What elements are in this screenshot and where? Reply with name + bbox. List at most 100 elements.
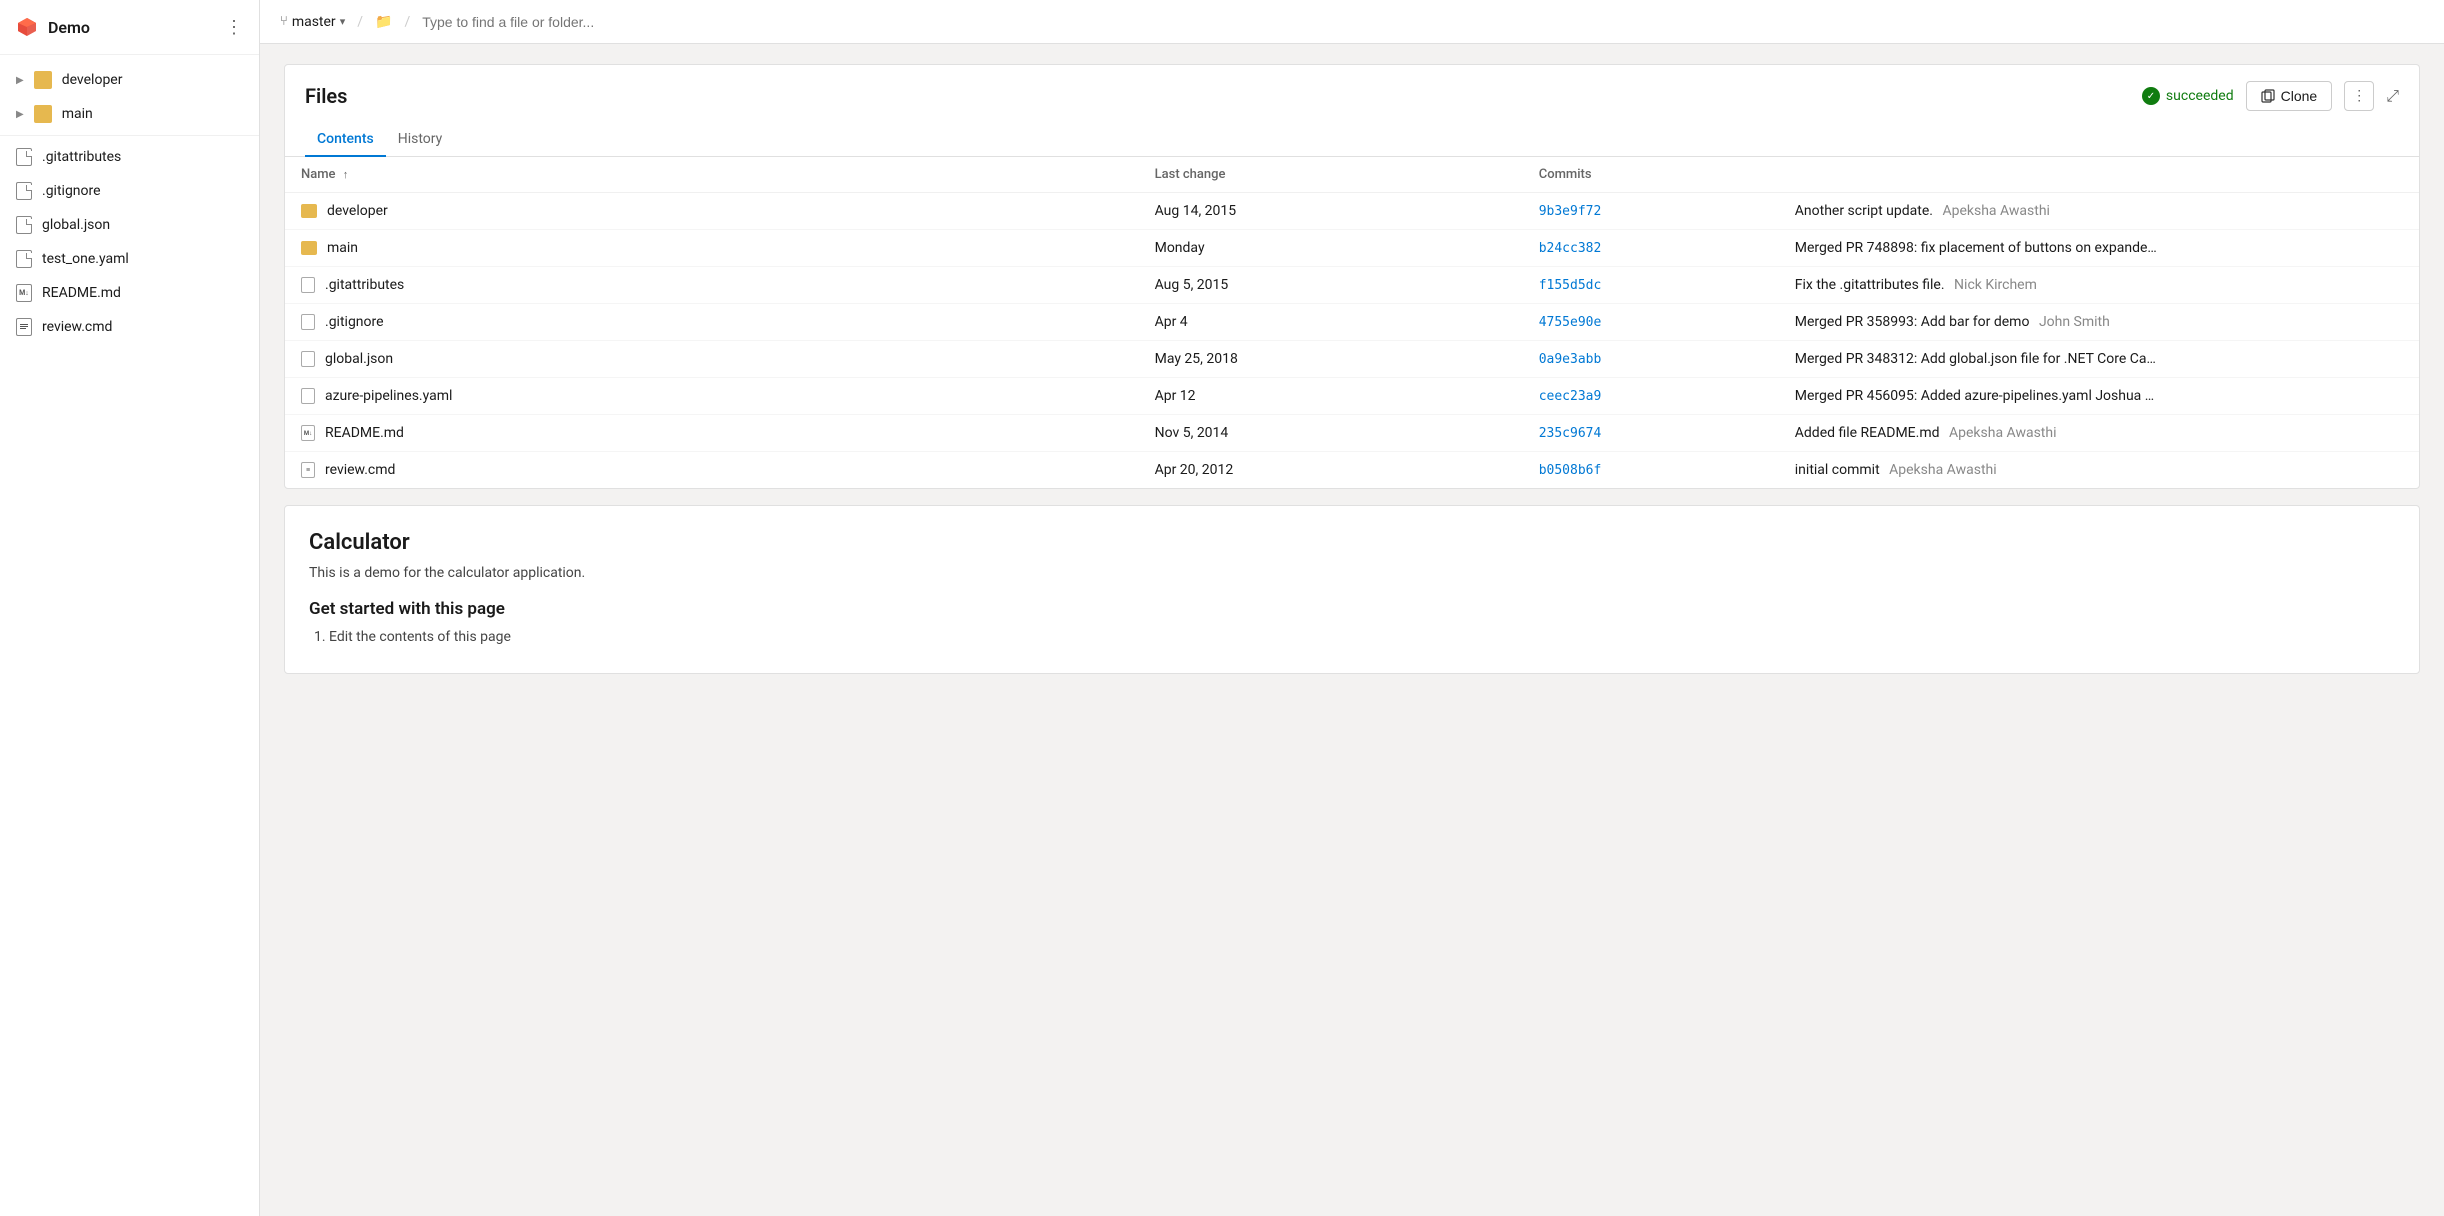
file-name: main — [327, 240, 358, 256]
clone-button-label: Clone — [2281, 88, 2318, 104]
sidebar-menu-icon[interactable]: ⋮ — [225, 17, 243, 38]
status-check-icon: ✓ — [2142, 87, 2160, 105]
commit-hash-cell: 235c9674 — [1523, 415, 1779, 452]
table-row[interactable]: developer Aug 14, 2015 9b3e9f72 Another … — [285, 193, 2419, 230]
sidebar-item-global-json[interactable]: global.json — [0, 208, 259, 242]
chevron-down-icon: ▾ — [340, 15, 346, 28]
last-change-cell: Apr 12 — [1139, 378, 1523, 415]
chevron-right-icon: ▶ — [16, 109, 24, 120]
sidebar-item-gitignore[interactable]: .gitignore — [0, 174, 259, 208]
file-name-cell: azure-pipelines.yaml — [285, 378, 1139, 415]
folder-icon — [301, 241, 317, 255]
main-content: ⑂ master ▾ / 📁 / Files ✓ succeeded — [260, 0, 2444, 1216]
table-row[interactable]: .gitignore Apr 4 4755e90e Merged PR 3589… — [285, 304, 2419, 341]
sidebar-header: Demo ⋮ — [0, 0, 259, 55]
cmd-file-icon — [16, 318, 32, 336]
commit-message-cell: Merged PR 348312: Add global.json file f… — [1779, 341, 2419, 378]
table-row[interactable]: .gitattributes Aug 5, 2015 f155d5dc Fix … — [285, 267, 2419, 304]
path-search-input[interactable] — [422, 14, 2424, 30]
last-change-cell: Apr 20, 2012 — [1139, 452, 1523, 489]
table-row[interactable]: azure-pipelines.yaml Apr 12 ceec23a9 Mer… — [285, 378, 2419, 415]
file-name: .gitignore — [325, 314, 384, 330]
sidebar-item-main[interactable]: ▶ main — [0, 97, 259, 131]
more-options-button[interactable]: ⋮ — [2344, 81, 2374, 111]
file-tabs: Contents History — [285, 123, 2419, 157]
file-name: developer — [327, 203, 388, 219]
last-change-cell: Nov 5, 2014 — [1139, 415, 1523, 452]
clone-button[interactable]: Clone — [2246, 81, 2333, 111]
branch-name: master — [292, 14, 336, 30]
file-icon — [16, 148, 32, 166]
file-name-cell: developer — [285, 193, 1139, 230]
clone-icon — [2261, 89, 2275, 103]
readme-list: Edit the contents of this page — [309, 629, 2395, 645]
sidebar-item-test-yaml[interactable]: test_one.yaml — [0, 242, 259, 276]
sidebar-item-developer[interactable]: ▶ developer — [0, 63, 259, 97]
file-name: .gitattributes — [325, 277, 404, 293]
sidebar-file-label: global.json — [42, 217, 110, 233]
app-title: Demo — [48, 18, 215, 37]
path-separator-2: / — [404, 14, 410, 30]
commit-message-cell: Merged PR 456095: Added azure-pipelines.… — [1779, 378, 2419, 415]
file-icon — [16, 182, 32, 200]
table-header-row: Name ↑ Last change Commits — [285, 157, 2419, 193]
commit-hash-cell: b0508b6f — [1523, 452, 1779, 489]
readme-section: Calculator This is a demo for the calcul… — [284, 505, 2420, 674]
file-icon — [16, 250, 32, 268]
table-row[interactable]: ≡ review.cmd Apr 20, 2012 b0508b6f initi… — [285, 452, 2419, 489]
commit-hash-cell: f155d5dc — [1523, 267, 1779, 304]
last-change-cell: Apr 4 — [1139, 304, 1523, 341]
last-change-cell: Monday — [1139, 230, 1523, 267]
file-name: review.cmd — [325, 462, 395, 478]
table-row[interactable]: global.json May 25, 2018 0a9e3abb Merged… — [285, 341, 2419, 378]
sidebar-folder-label: main — [62, 106, 93, 122]
path-separator: / — [357, 14, 363, 30]
folder-breadcrumb-icon: 📁 — [375, 14, 392, 30]
files-title: Files — [305, 84, 347, 108]
file-name-cell: .gitignore — [285, 304, 1139, 341]
file-name-cell: main — [285, 230, 1139, 267]
status-label: succeeded — [2166, 88, 2234, 104]
commit-message-cell: initial commit Apeksha Awasthi — [1779, 452, 2419, 489]
sidebar-file-label: .gitignore — [42, 183, 101, 199]
file-name: README.md — [325, 425, 404, 441]
markdown-icon: M↓ — [16, 284, 32, 302]
readme-title: Calculator — [309, 530, 2395, 555]
sidebar-item-readme[interactable]: M↓ README.md — [0, 276, 259, 310]
file-icon — [301, 314, 315, 330]
commit-message-cell: Added file README.md Apeksha Awasthi — [1779, 415, 2419, 452]
expand-button[interactable]: ⤢ — [2386, 86, 2399, 106]
sidebar-item-review-cmd[interactable]: review.cmd — [0, 310, 259, 344]
app-logo-icon — [16, 16, 38, 38]
file-name: azure-pipelines.yaml — [325, 388, 452, 404]
readme-description: This is a demo for the calculator applic… — [309, 565, 2395, 581]
file-icon — [301, 277, 315, 293]
folder-icon — [34, 71, 52, 89]
status-badge: ✓ succeeded — [2142, 87, 2234, 105]
branch-icon: ⑂ — [280, 14, 288, 29]
commit-hash-cell: ceec23a9 — [1523, 378, 1779, 415]
list-item: Edit the contents of this page — [329, 629, 2395, 645]
commit-message-cell: Fix the .gitattributes file. Nick Kirche… — [1779, 267, 2419, 304]
files-actions: ✓ succeeded Clone ⋮ ⤢ — [2142, 81, 2399, 111]
branch-selector[interactable]: ⑂ master ▾ — [280, 14, 345, 30]
sidebar-file-label: README.md — [42, 285, 121, 301]
tab-contents[interactable]: Contents — [305, 123, 386, 157]
table-row[interactable]: M↓ README.md Nov 5, 2014 235c9674 Added … — [285, 415, 2419, 452]
tab-history[interactable]: History — [386, 123, 455, 157]
content-area: Files ✓ succeeded Clone ⋮ ⤢ — [260, 44, 2444, 1216]
sidebar-file-label: .gitattributes — [42, 149, 121, 165]
file-table: Name ↑ Last change Commits developer Au — [285, 157, 2419, 488]
commit-message-cell: Another script update. Apeksha Awasthi — [1779, 193, 2419, 230]
commit-message-cell: Merged PR 748898: fix placement of butto… — [1779, 230, 2419, 267]
file-name-cell: .gitattributes — [285, 267, 1139, 304]
col-last-change: Last change — [1139, 157, 1523, 193]
table-row[interactable]: main Monday b24cc382 Merged PR 748898: f… — [285, 230, 2419, 267]
sidebar-item-gitattributes[interactable]: .gitattributes — [0, 140, 259, 174]
files-header: Files ✓ succeeded Clone ⋮ ⤢ — [285, 65, 2419, 111]
sidebar-nav: ▶ developer ▶ main .gitattributes .gitig… — [0, 55, 259, 352]
files-section: Files ✓ succeeded Clone ⋮ ⤢ — [284, 64, 2420, 489]
commit-hash-cell: b24cc382 — [1523, 230, 1779, 267]
sidebar-file-label: review.cmd — [42, 319, 112, 335]
last-change-cell: Aug 14, 2015 — [1139, 193, 1523, 230]
